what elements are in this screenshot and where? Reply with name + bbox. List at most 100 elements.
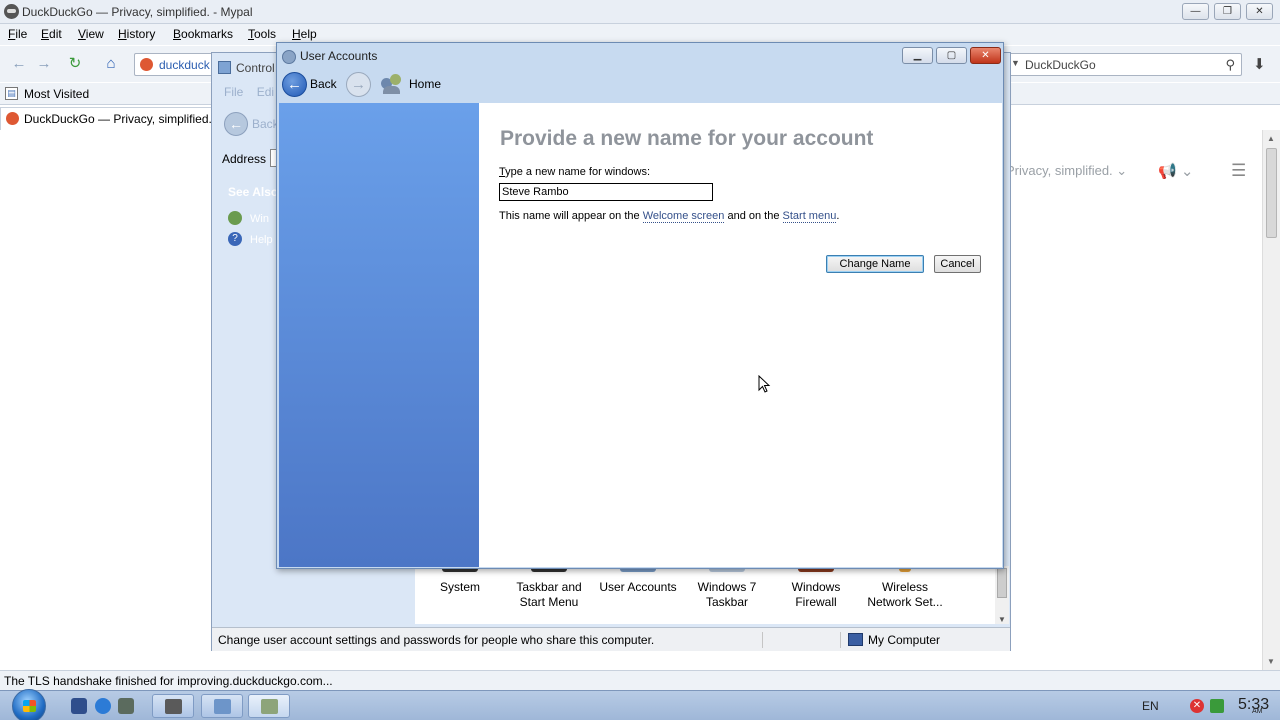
megaphone-icon[interactable]: 📢 ⌄	[1158, 162, 1193, 180]
clock[interactable]: 5:33 AM	[1238, 696, 1269, 715]
page-heading: Provide a new name for your account	[500, 127, 874, 150]
cp-item-label: System	[439, 580, 480, 594]
browser-window-title: DuckDuckGo — Privacy, simplified. - Mypa…	[22, 5, 253, 19]
user-accounts-icon	[282, 50, 296, 64]
search-icon[interactable]: ⚲	[1225, 57, 1235, 73]
cp-item-wireless-network[interactable]: Wireless Network Set...	[860, 566, 950, 610]
new-name-input[interactable]	[499, 183, 713, 201]
cp-back-icon[interactable]: ←	[224, 112, 248, 136]
cp-item-label: Windows	[791, 580, 841, 594]
dialog-home-label[interactable]: Home	[409, 77, 441, 91]
forward-arrow-icon[interactable]: →	[34, 54, 54, 74]
quicklaunch-browser-icon[interactable]	[95, 698, 111, 714]
taskbar-control-panel[interactable]	[201, 694, 243, 718]
duckduckgo-tab-icon	[6, 112, 19, 125]
menu-view[interactable]: View	[78, 27, 104, 41]
back-arrow-icon[interactable]: ←	[9, 54, 29, 74]
tray-error-icon[interactable]: ✕	[1190, 699, 1204, 713]
see-also-heading: See Also	[228, 185, 279, 199]
page-scrollbar[interactable]: ▲ ▼	[1262, 130, 1280, 670]
menu-edit[interactable]: Edit	[41, 27, 62, 41]
change-name-button[interactable]: Change Name	[826, 255, 924, 273]
browser-status-bar: The TLS handshake finished for improving…	[0, 670, 1280, 690]
mypal-icon	[165, 699, 182, 714]
browser-tab[interactable]: DuckDuckGo — Privacy, simplified.	[0, 107, 212, 130]
scroll-down-icon[interactable]: ▼	[1267, 657, 1275, 666]
cp-menu-edit[interactable]: Edi	[257, 85, 274, 99]
taskbar-mypal[interactable]	[152, 694, 194, 718]
dialog-maximize-button[interactable]: ▢	[936, 47, 967, 64]
close-button[interactable]: ✕	[1246, 3, 1273, 20]
scroll-thumb[interactable]	[1266, 148, 1277, 238]
cp-item-user-accounts[interactable]: User Accounts	[593, 566, 683, 595]
cp-item-windows7-taskbar[interactable]: Windows 7 Taskbar	[682, 566, 772, 610]
windows-logo-icon	[23, 700, 36, 712]
cp-item-label-2: Taskbar	[705, 595, 749, 609]
cp-scroll-thumb[interactable]	[997, 568, 1007, 598]
status-divider	[840, 632, 841, 648]
mypal-logo-icon	[4, 4, 19, 19]
welcome-screen-link[interactable]: Welcome screen	[642, 210, 725, 223]
control-panel-icon	[214, 699, 231, 714]
bookmark-page-icon: ▤	[5, 87, 18, 100]
home-users-icon[interactable]	[381, 74, 403, 94]
language-indicator[interactable]: EN	[1142, 699, 1159, 713]
cp-status-location: My Computer	[868, 633, 941, 647]
dialog-back-label[interactable]: Back	[310, 77, 337, 91]
see-also-link-2[interactable]: Help	[250, 234, 273, 246]
home-icon[interactable]: ⌂	[101, 54, 121, 74]
quicklaunch-tools-icon[interactable]	[118, 698, 134, 714]
download-icon[interactable]: ⬇	[1253, 55, 1266, 73]
note-text: This name will appear on the	[499, 210, 643, 222]
cp-item-label: User Accounts	[599, 580, 677, 594]
scroll-up-icon[interactable]: ▲	[1267, 134, 1275, 143]
menu-file[interactable]: File	[8, 27, 27, 41]
dialog-main-pane: Provide a new name for your account Type…	[479, 103, 1002, 567]
dialog-back-icon[interactable]: ←	[282, 72, 307, 97]
menu-tools[interactable]: Tools	[248, 27, 276, 41]
quicklaunch-app-icon[interactable]	[71, 698, 87, 714]
cp-item-taskbar-start-menu[interactable]: Taskbar and Start Menu	[504, 566, 594, 610]
dialog-minimize-button[interactable]: ▁	[902, 47, 933, 64]
restore-button[interactable]: ❐	[1214, 3, 1241, 20]
reload-icon[interactable]: ↻	[65, 54, 85, 74]
see-also-link-1[interactable]: Win	[250, 213, 269, 225]
menu-help[interactable]: Help	[292, 27, 317, 41]
control-panel-items: System Taskbar and Start Menu User Accoun…	[415, 566, 1008, 624]
menu-history[interactable]: History	[118, 27, 155, 41]
taskbar-user-accounts[interactable]	[248, 694, 290, 718]
search-engine-label: DuckDuckGo	[1025, 58, 1096, 72]
duckduckgo-favicon-icon	[140, 58, 153, 71]
user-accounts-dialog[interactable]: User Accounts ▁ ▢ ✕ ← Back → Home Provid…	[276, 42, 1004, 569]
dialog-forward-icon[interactable]: →	[346, 72, 371, 97]
taskbar: EN ✕ 5:33 AM	[0, 689, 1280, 720]
dialog-close-button[interactable]: ✕	[970, 47, 1001, 64]
start-menu-link[interactable]: Start menu	[782, 210, 837, 223]
privacy-dropdown[interactable]: Privacy, simplified. ⌄	[1006, 163, 1127, 179]
cp-back-label[interactable]: Back	[252, 117, 279, 131]
tray-network-icon[interactable]	[1210, 699, 1224, 713]
search-bar[interactable]: ▼ DuckDuckGo ⚲	[1006, 53, 1242, 76]
cp-scrollbar[interactable]: ▼	[995, 566, 1009, 624]
search-engine-dropdown-icon[interactable]: ▼	[1011, 58, 1020, 68]
menu-bookmarks[interactable]: Bookmarks	[173, 27, 233, 41]
bookmark-most-visited[interactable]: Most Visited	[24, 87, 89, 101]
cancel-button[interactable]: Cancel	[934, 255, 981, 273]
my-computer-icon	[848, 633, 863, 646]
cp-menu-file[interactable]: File	[224, 85, 243, 99]
cp-item-windows-firewall[interactable]: Windows Firewall	[771, 566, 861, 610]
cp-item-system[interactable]: System	[415, 566, 505, 595]
tab-title: DuckDuckGo — Privacy, simplified.	[24, 112, 212, 126]
hamburger-menu-icon[interactable]: ☰	[1231, 161, 1246, 181]
note-text: and on the	[724, 210, 783, 222]
minimize-button[interactable]: —	[1182, 3, 1209, 20]
cp-item-label: Windows 7	[697, 580, 757, 594]
cp-scroll-down-icon[interactable]: ▼	[998, 615, 1006, 624]
start-button[interactable]	[12, 689, 46, 720]
control-panel-menu: File Edi	[224, 85, 274, 99]
name-field-label: Type a new name for windows:	[499, 166, 651, 178]
cp-item-label-2: Start Menu	[519, 595, 579, 609]
cp-address-label: Address	[222, 152, 267, 166]
cp-item-label-2: Network Set...	[867, 595, 943, 609]
cp-status-bar: Change user account settings and passwor…	[212, 627, 1010, 651]
